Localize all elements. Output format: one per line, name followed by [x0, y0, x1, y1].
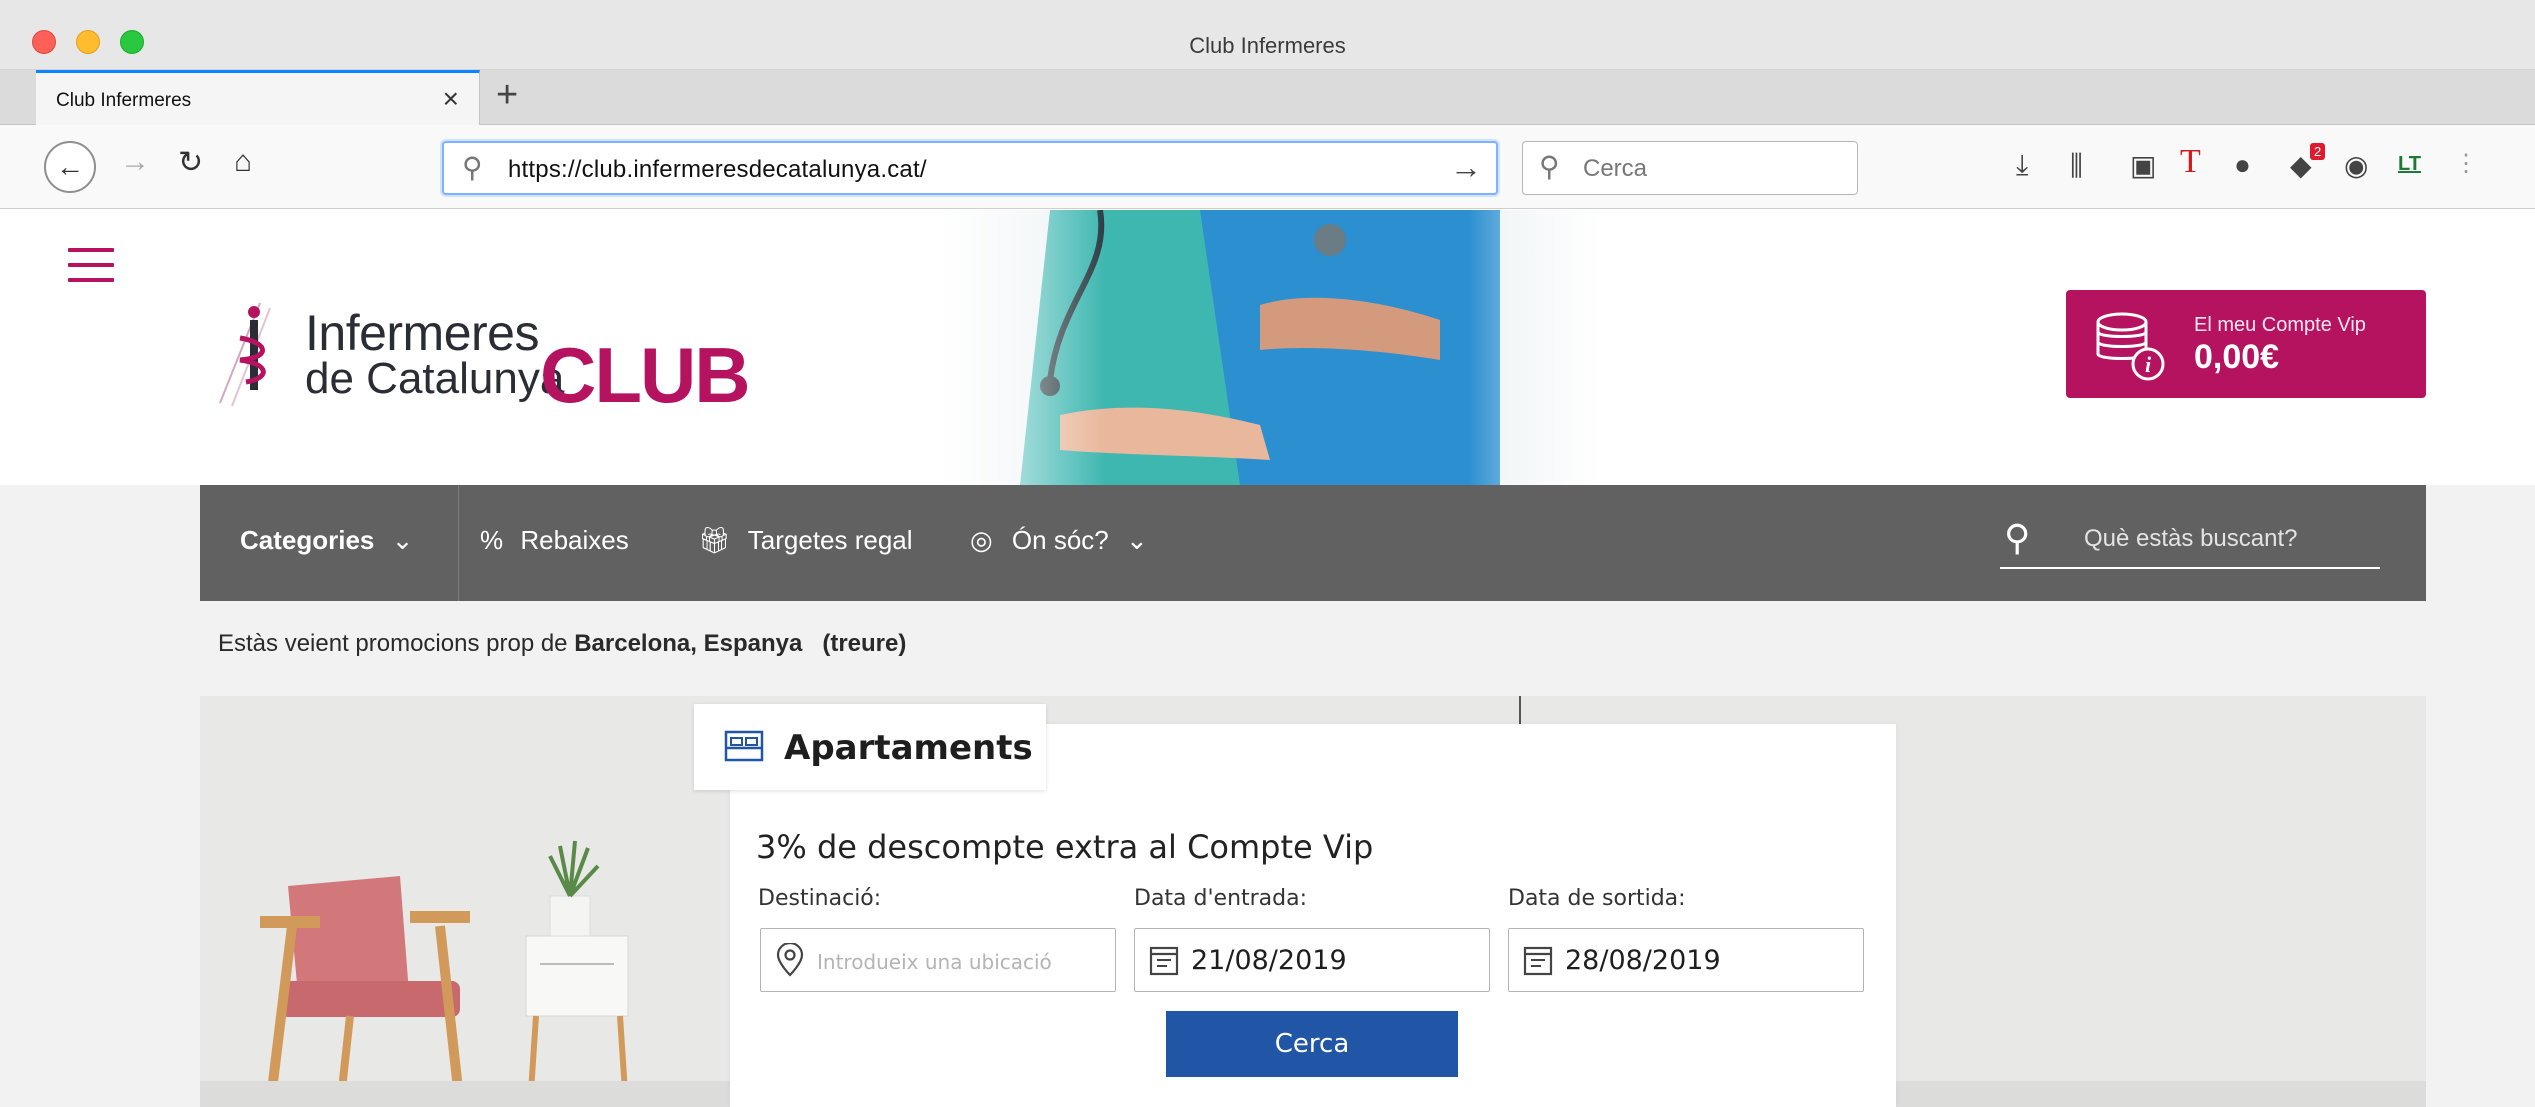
- shield-extension-icon[interactable]: ◆: [2290, 149, 2312, 182]
- site-search-input[interactable]: ⚲ Què estàs buscant?: [2000, 511, 2380, 569]
- forward-icon[interactable]: →: [120, 145, 150, 179]
- checkout-date-value: 28/08/2019: [1565, 945, 1721, 976]
- promo-text: 3% de descompte extra al Compte Vip: [756, 828, 1374, 866]
- nav-divider: [458, 485, 459, 601]
- svg-text:i: i: [2145, 352, 2152, 377]
- tab-club-infermeres[interactable]: Club Infermeres ×: [36, 70, 480, 125]
- destination-label: Destinació:: [758, 886, 882, 911]
- search-button[interactable]: Cerca: [1166, 1011, 1458, 1077]
- calendar-icon: [1149, 946, 1179, 976]
- remove-location-link[interactable]: (treure): [822, 630, 906, 657]
- back-icon: ←: [56, 151, 84, 182]
- nav-rebaixes-label: Rebaixes: [520, 525, 629, 555]
- search-placeholder: Cerca: [1583, 155, 1648, 182]
- nav-on-soc[interactable]: ◎ Ón sóc? ⌄: [970, 525, 1148, 556]
- title-bar: Club Infermeres: [0, 0, 2535, 70]
- location-prefix: Estàs veient promocions prop de: [218, 630, 568, 657]
- vip-account-button[interactable]: i El meu Compte Vip 0,00€: [2066, 290, 2426, 398]
- languagetool-icon[interactable]: LT: [2398, 153, 2421, 176]
- nurses-photo: [940, 210, 1600, 485]
- reload-icon[interactable]: ↻: [178, 145, 203, 180]
- browser-window: Club Infermeres Club Infermeres × + ← → …: [0, 0, 2535, 1107]
- destination-placeholder: Introdueix una ubicació: [817, 950, 1052, 974]
- hamburger-icon[interactable]: [68, 248, 114, 293]
- home-icon[interactable]: ⌂: [234, 145, 252, 179]
- search-icon: ⚲: [1539, 151, 1560, 182]
- back-button[interactable]: ←: [44, 141, 96, 193]
- t-extension-icon[interactable]: T: [2180, 143, 2201, 181]
- browser-search-input[interactable]: ⚲ Cerca: [1522, 141, 1858, 195]
- address-bar[interactable]: ⚲ https://club.infermeresdecatalunya.cat…: [442, 141, 1498, 195]
- nav-targetes-regal[interactable]: 🎁︎ Targetes regal: [698, 525, 913, 556]
- nav-rebaixes[interactable]: % Rebaixes: [480, 525, 629, 556]
- overflow-icon[interactable]: ⋮: [2454, 149, 2478, 178]
- nav-on-soc-label: Ón sóc?: [1011, 525, 1109, 555]
- main-navigation: Categories ⌄ % Rebaixes 🎁︎ Targetes rega…: [200, 485, 2426, 601]
- navigation-toolbar: ← → ↻ ⌂ ⚲ https://club.infermeresdecatal…: [0, 125, 2535, 209]
- location-notice: Estàs veient promocions prop de Barcelon…: [218, 630, 906, 658]
- checkout-label: Data de sortida:: [1508, 886, 1686, 911]
- download-icon[interactable]: ⤓: [2016, 149, 2028, 182]
- caduceus-icon: [219, 302, 271, 407]
- vip-balance: 0,00€: [2194, 338, 2280, 376]
- reader-icon[interactable]: ▣: [2130, 149, 2156, 182]
- search-icon: ⚲: [462, 152, 483, 183]
- site-logo[interactable]: Infermeres de Catalunya CLUB: [210, 298, 751, 419]
- location-pin-icon: ◎: [970, 525, 993, 555]
- library-icon[interactable]: ⫼: [2070, 149, 2083, 183]
- coins-icon: i: [2096, 312, 2165, 381]
- chevron-down-icon: ⌄: [391, 525, 414, 555]
- logo-text-line2: de Catalunya: [305, 354, 565, 403]
- destination-input[interactable]: Introdueix una ubicació: [760, 928, 1116, 992]
- tab-close-icon[interactable]: ×: [443, 83, 459, 115]
- tab-bar: Club Infermeres × +: [0, 70, 2535, 125]
- location-place: Barcelona, Espanya: [574, 630, 803, 657]
- extension-badge: 2: [2310, 143, 2326, 160]
- nav-categories[interactable]: Categories ⌄: [240, 525, 413, 556]
- url-text[interactable]: https://club.infermeresdecatalunya.cat/: [508, 156, 927, 184]
- new-tab-button[interactable]: +: [496, 74, 518, 117]
- calendar-icon: [1523, 946, 1553, 976]
- bed-icon: [724, 730, 764, 762]
- window-title: Club Infermeres: [1189, 33, 1346, 58]
- location-pin-icon: [776, 943, 804, 977]
- nav-targetes-regal-label: Targetes regal: [747, 525, 913, 555]
- nav-categories-label: Categories: [240, 525, 375, 555]
- extension-icon[interactable]: ●: [2234, 149, 2251, 181]
- tab-apartaments[interactable]: Apartaments: [694, 704, 1046, 790]
- site-search-placeholder: Què estàs buscant?: [2084, 525, 2298, 552]
- checkout-date-input[interactable]: 28/08/2019: [1508, 928, 1864, 992]
- checkin-date-value: 21/08/2019: [1191, 945, 1347, 976]
- go-arrow-icon[interactable]: →: [1450, 149, 1482, 186]
- logo-club-text: CLUB: [540, 331, 751, 419]
- gift-icon: 🎁︎: [698, 525, 732, 555]
- percent-icon: %: [480, 525, 504, 555]
- vip-label: El meu Compte Vip: [2194, 314, 2366, 336]
- web-page: Infermeres de Catalunya CLUB i El meu Co…: [0, 210, 2535, 1107]
- search-icon: ⚲: [2004, 517, 2031, 558]
- checkin-label: Data d'entrada:: [1134, 886, 1308, 911]
- tab-label: Club Infermeres: [56, 90, 192, 111]
- chevron-down-icon: ⌄: [1125, 525, 1148, 555]
- tab-apartaments-label: Apartaments: [784, 728, 1033, 768]
- extension-icon[interactable]: ◉: [2344, 149, 2368, 182]
- checkin-date-input[interactable]: 21/08/2019: [1134, 928, 1490, 992]
